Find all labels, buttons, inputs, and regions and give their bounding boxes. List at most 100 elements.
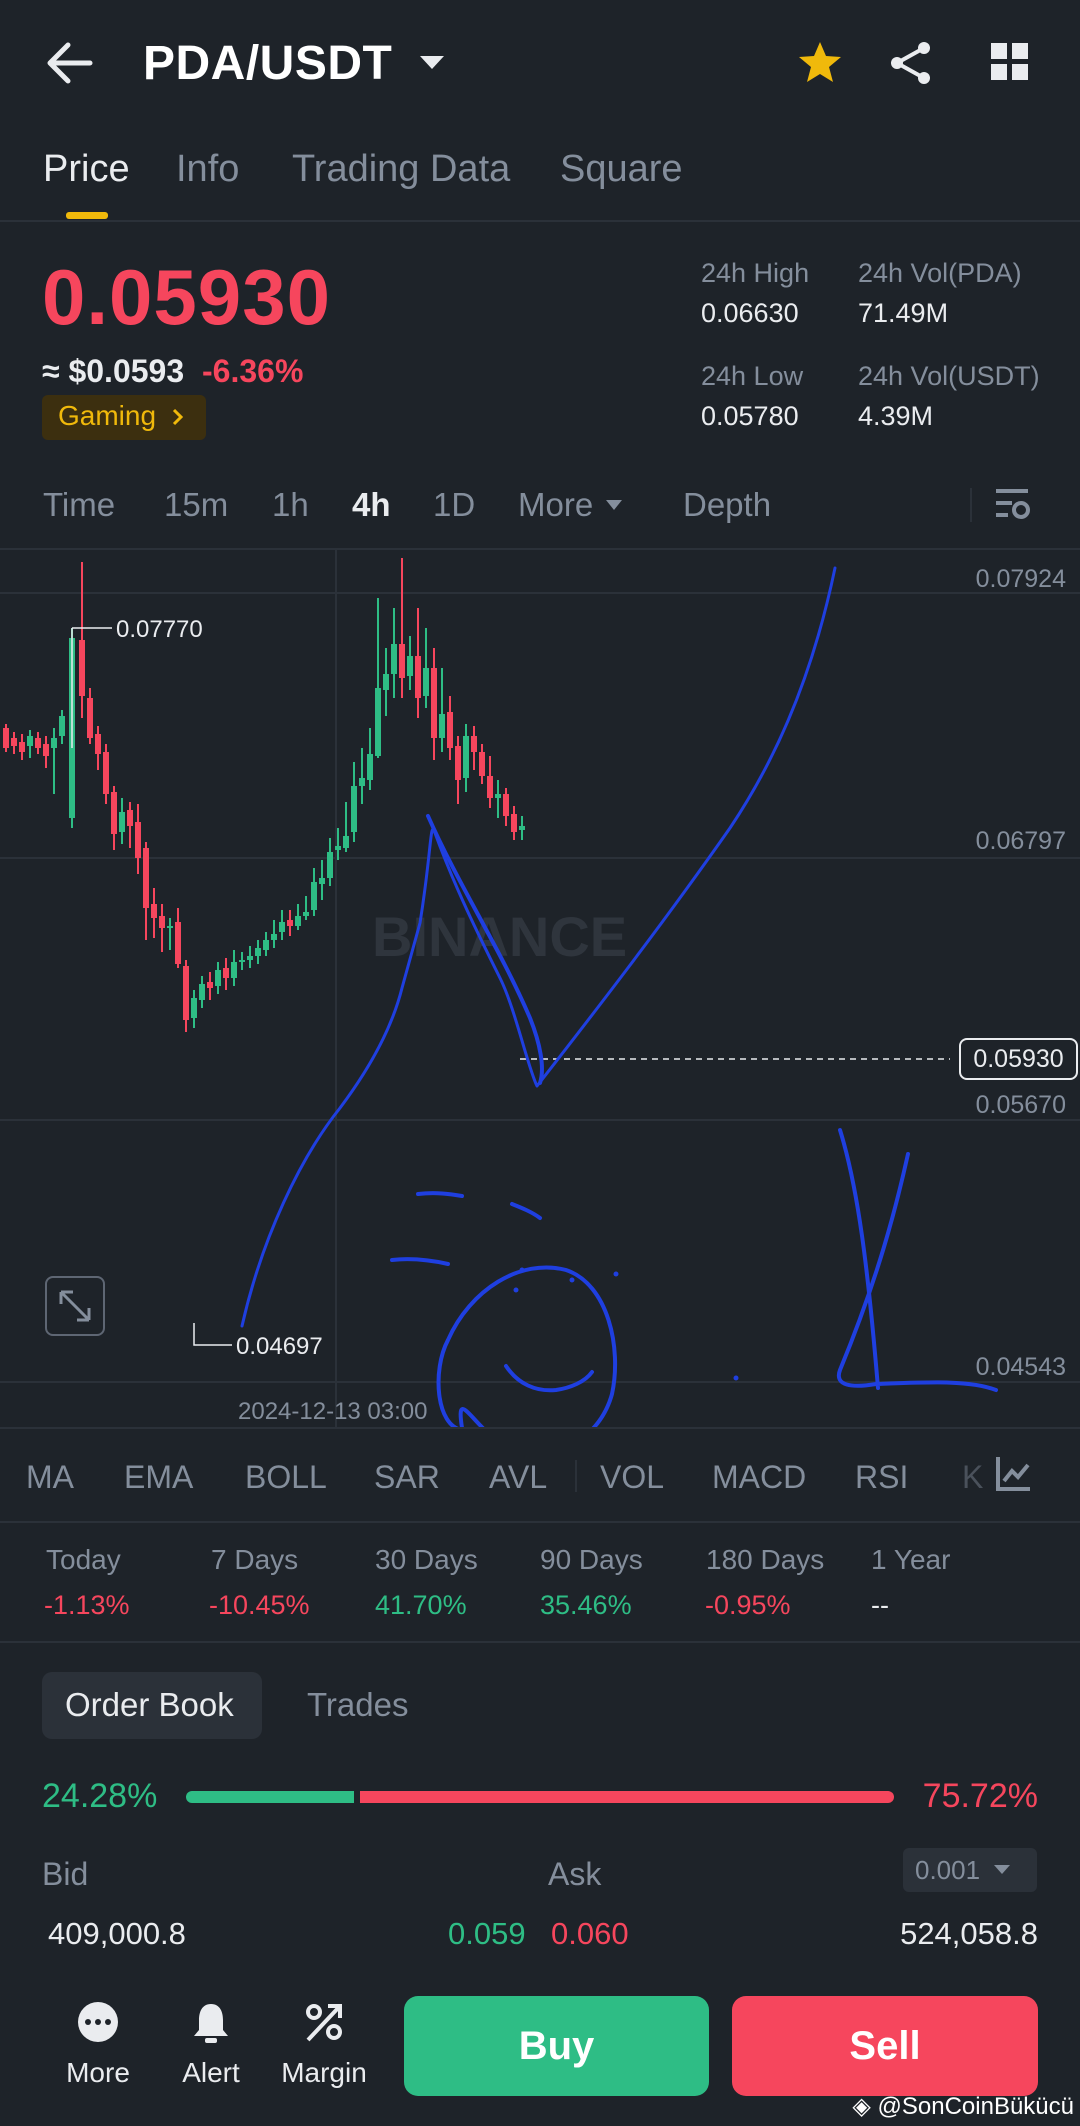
indicator-sar[interactable]: SAR (374, 1459, 440, 1496)
vol-pda-label: 24h Vol(PDA) (858, 258, 1022, 288)
chart-settings-icon[interactable] (994, 485, 1032, 523)
divider (0, 1641, 1080, 1643)
candle-body (279, 922, 285, 932)
share-icon[interactable] (888, 40, 934, 86)
candle-body (175, 922, 181, 964)
grid-icon[interactable] (989, 41, 1031, 83)
precision-value: 0.001 (915, 1855, 981, 1885)
interval-4h[interactable]: 4h (352, 486, 391, 524)
candle-body (51, 738, 57, 748)
tab-order-book[interactable]: Order Book (42, 1672, 262, 1739)
candle-body (43, 744, 49, 756)
candle-body (495, 794, 501, 798)
candle-body (359, 778, 365, 786)
interval-1h[interactable]: 1h (272, 486, 309, 524)
axis-label: 0.07924 (975, 565, 1066, 593)
candle-body (383, 674, 389, 690)
bid-price[interactable]: 0.059 (448, 1916, 526, 1952)
perf-label: 90 Days (540, 1544, 643, 1575)
more-dropdown-icon[interactable] (604, 498, 624, 512)
interval-1d[interactable]: 1D (433, 486, 475, 524)
perf-value: 41.70% (375, 1590, 467, 1620)
hand-drawn-dots (513, 1267, 739, 1381)
interval-depth[interactable]: Depth (683, 486, 771, 524)
axis-label: 0.04543 (975, 1353, 1066, 1381)
interval-time[interactable]: Time (43, 486, 115, 524)
candle-body (319, 878, 325, 884)
current-price-label: 0.05930 (959, 1038, 1078, 1080)
category-tag-label: Gaming (58, 400, 157, 431)
candle-body (271, 934, 277, 940)
candle-body (19, 742, 25, 752)
perf-label: 1 Year (871, 1544, 951, 1575)
min-marker (193, 1323, 232, 1346)
alert-label: Alert (182, 2057, 240, 2088)
alert-button[interactable]: Alert (156, 2000, 266, 2089)
candle-body (35, 738, 41, 748)
chevron-down-icon (994, 1865, 1010, 1874)
vol-usdt-label: 24h Vol(USDT) (858, 361, 1040, 391)
indicator-macd[interactable]: MACD (712, 1459, 806, 1496)
bid-quantity: 409,000.8 (48, 1916, 186, 1951)
diamond-icon: ◈ (852, 2093, 878, 2120)
candle-body (487, 776, 493, 798)
credit-text: @SonCoinBükücü (877, 2093, 1074, 2120)
precision-select[interactable]: 0.001 (903, 1848, 1037, 1892)
indicator-kdj[interactable]: K (962, 1459, 983, 1496)
candle-body (167, 926, 173, 928)
perf-label: 30 Days (375, 1544, 478, 1575)
candle-body (255, 948, 261, 956)
pair-title[interactable]: PDA/USDT (143, 36, 392, 91)
sell-button[interactable]: Sell (732, 1996, 1038, 2096)
buy-button[interactable]: Buy (404, 1996, 709, 2096)
indicator-avl[interactable]: AVL (489, 1459, 547, 1496)
price-change-percent: -6.36% (202, 353, 304, 389)
indicator-ma[interactable]: MA (26, 1459, 74, 1496)
candle-body (183, 966, 189, 1020)
expand-icon (59, 1290, 91, 1322)
category-tag[interactable]: Gaming (42, 395, 206, 440)
candle-body (295, 916, 301, 926)
chart-grid (0, 548, 1080, 1428)
candle-body (87, 698, 93, 738)
candle-body (399, 644, 405, 678)
candle-body (207, 982, 213, 988)
ask-header: Ask (548, 1856, 602, 1892)
candle-body (503, 794, 509, 816)
interval-more[interactable]: More (518, 486, 593, 524)
candle-body (11, 738, 17, 746)
candle-body (463, 736, 469, 778)
candle-body (135, 822, 141, 858)
candle-body (231, 962, 237, 978)
more-button[interactable]: More (43, 2000, 153, 2089)
tab-square[interactable]: Square (560, 148, 683, 191)
tab-price[interactable]: Price (43, 148, 130, 191)
bell-icon (194, 2004, 228, 2043)
indicator-rsi[interactable]: RSI (855, 1459, 908, 1496)
fullscreen-button[interactable] (45, 1276, 105, 1336)
candle-body (375, 688, 381, 756)
margin-button[interactable]: Margin (269, 2000, 379, 2089)
indicator-ema[interactable]: EMA (124, 1459, 193, 1496)
star-icon[interactable] (797, 40, 843, 86)
perf-value: -- (871, 1590, 889, 1620)
tab-trading-data[interactable]: Trading Data (292, 148, 510, 191)
tab-trades[interactable]: Trades (307, 1686, 408, 1724)
chevron-down-icon[interactable] (418, 54, 446, 72)
candle-body (327, 852, 333, 878)
perf-label: 180 Days (706, 1544, 825, 1575)
perf-value: -10.45% (209, 1590, 310, 1620)
indicator-boll[interactable]: BOLL (245, 1459, 327, 1496)
candle-body (199, 984, 205, 1000)
min-label: 0.04697 (236, 1333, 323, 1360)
interval-15m[interactable]: 15m (164, 486, 228, 524)
tab-info[interactable]: Info (176, 148, 239, 191)
candle-body (287, 920, 293, 926)
bid-ratio-bar (186, 1791, 354, 1803)
ask-price[interactable]: 0.060 (551, 1916, 629, 1952)
indicator-vol[interactable]: VOL (600, 1459, 664, 1496)
indicator-settings-icon[interactable] (994, 1455, 1032, 1493)
high-value: 0.06630 (701, 298, 799, 328)
back-arrow-icon[interactable] (46, 40, 94, 86)
candlestick-chart[interactable]: BINANCE 0.07770 0.04697 (0, 548, 1080, 1428)
